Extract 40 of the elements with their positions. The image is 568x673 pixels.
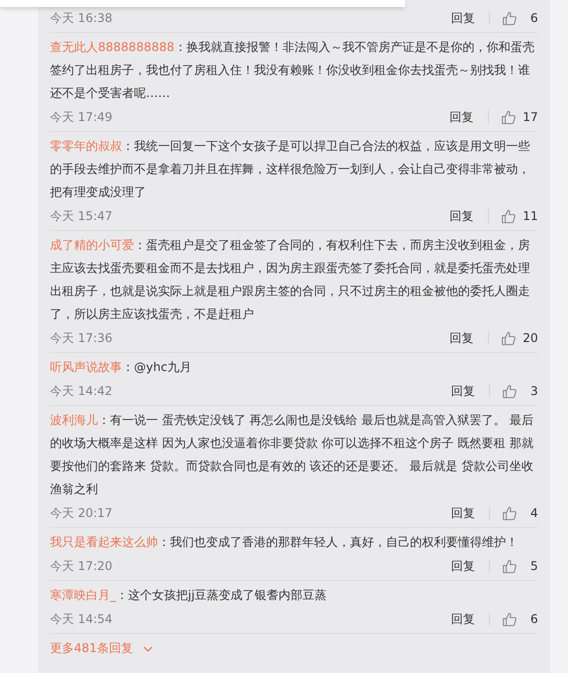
- comment-time: 今天 16:38: [50, 10, 114, 26]
- comment-time: 今天 14:42: [50, 382, 114, 400]
- comment-text: 零零年的叔叔：我统一回复一下这个女孩子是可以捍卫自己合法的权益，应该是用文明一些的手段去维护而不是拿着刀并且在挥舞，这样很危险万一划到人，会让自己变得非常被动，把有理变成没理了: [50, 138, 531, 201]
- like-count: 3: [529, 384, 538, 398]
- reply-link[interactable]: 回复: [450, 208, 474, 224]
- reply-link[interactable]: 回复: [451, 10, 475, 26]
- thumbs-up-icon[interactable]: [502, 10, 517, 26]
- reply-link[interactable]: 回复: [451, 558, 475, 574]
- reply-link[interactable]: 回复: [450, 330, 474, 346]
- reply-link[interactable]: 回复: [451, 382, 475, 400]
- like-count: 17: [522, 110, 538, 124]
- reply-link[interactable]: 回复: [451, 610, 475, 628]
- reply-link[interactable]: 回复: [451, 504, 475, 522]
- thumbs-up-icon[interactable]: [500, 110, 516, 124]
- thumbs-up-icon[interactable]: [502, 612, 517, 626]
- chevron-down-icon[interactable]: [142, 646, 153, 652]
- thumbs-up-icon[interactable]: [502, 558, 517, 574]
- comment-text: 我只是看起来这么帅：我们也变成了香港的那群年轻人，真好，自己的权利要懂得维护！: [50, 534, 519, 551]
- like-count: 4: [529, 506, 538, 520]
- thumbs-up-icon[interactable]: [502, 506, 517, 520]
- comment-time: 今天 15:47: [50, 208, 114, 224]
- comment-time: 今天 17:49: [50, 108, 114, 126]
- like-count: 11: [522, 209, 538, 223]
- comment-time: 今天 17:20: [50, 558, 114, 574]
- comment-time: 今天 17:36: [50, 330, 114, 346]
- comment-time: 今天 14:54: [50, 610, 114, 628]
- comment-text: 查无此人8888888888：换我就直接报警！非法闯入～我不管房产证是不是你的，你和蛋壳签约了出租房子，我也付了房租入住！我没有赖账！你没收到租金你去找蛋壳～别找我！谁还不是个受害者呢……: [50, 39, 536, 102]
- comment-time: 今天 20:17: [50, 504, 114, 522]
- comment-text: 波利海儿：有一说一 蛋壳铁定没钱了 再怎么闹也是没钱给 最后也就是高管入狱罢了。 最后的收场大概率是这样 因为人家也没逼着你非要贷款 你可以选择不租这个房子 既然要租 那就要按他们的套路来 贷款。而贷款合同也是有效的 该还的还是要还。 最后就是 贷款公司坐收渔翁之利: [50, 412, 534, 498]
- comment-text: 听风声说故事：@yhc九月: [50, 359, 192, 376]
- like-count: 6: [529, 11, 538, 25]
- thumbs-up-icon[interactable]: [500, 330, 516, 346]
- reply-link[interactable]: 回复: [450, 108, 474, 126]
- like-count: 5: [529, 559, 538, 573]
- like-count: 20: [522, 331, 538, 345]
- comment-text: 成了精的小可爱：蛋壳租户是交了租金签了合同的，有权利住下去，而房主没收到租金，房主应该去找蛋壳要租金而不是去找租户，因为房主跟蛋壳签了委托合同，就是委托蛋壳处理出租房子，也就是说实际上就是租户跟房主签的合同，只不过房主的租金被他的委托人圈走了，所以房主应该找蛋壳，不是赶租户: [50, 237, 531, 323]
- thumbs-up-icon[interactable]: [500, 208, 516, 224]
- like-count: 6: [529, 612, 538, 626]
- thumbs-up-icon[interactable]: [502, 384, 517, 398]
- comment-text: 寒潭映白月_：这个女孩把jj豆蒸变成了银耆内部豆蒸: [50, 587, 328, 604]
